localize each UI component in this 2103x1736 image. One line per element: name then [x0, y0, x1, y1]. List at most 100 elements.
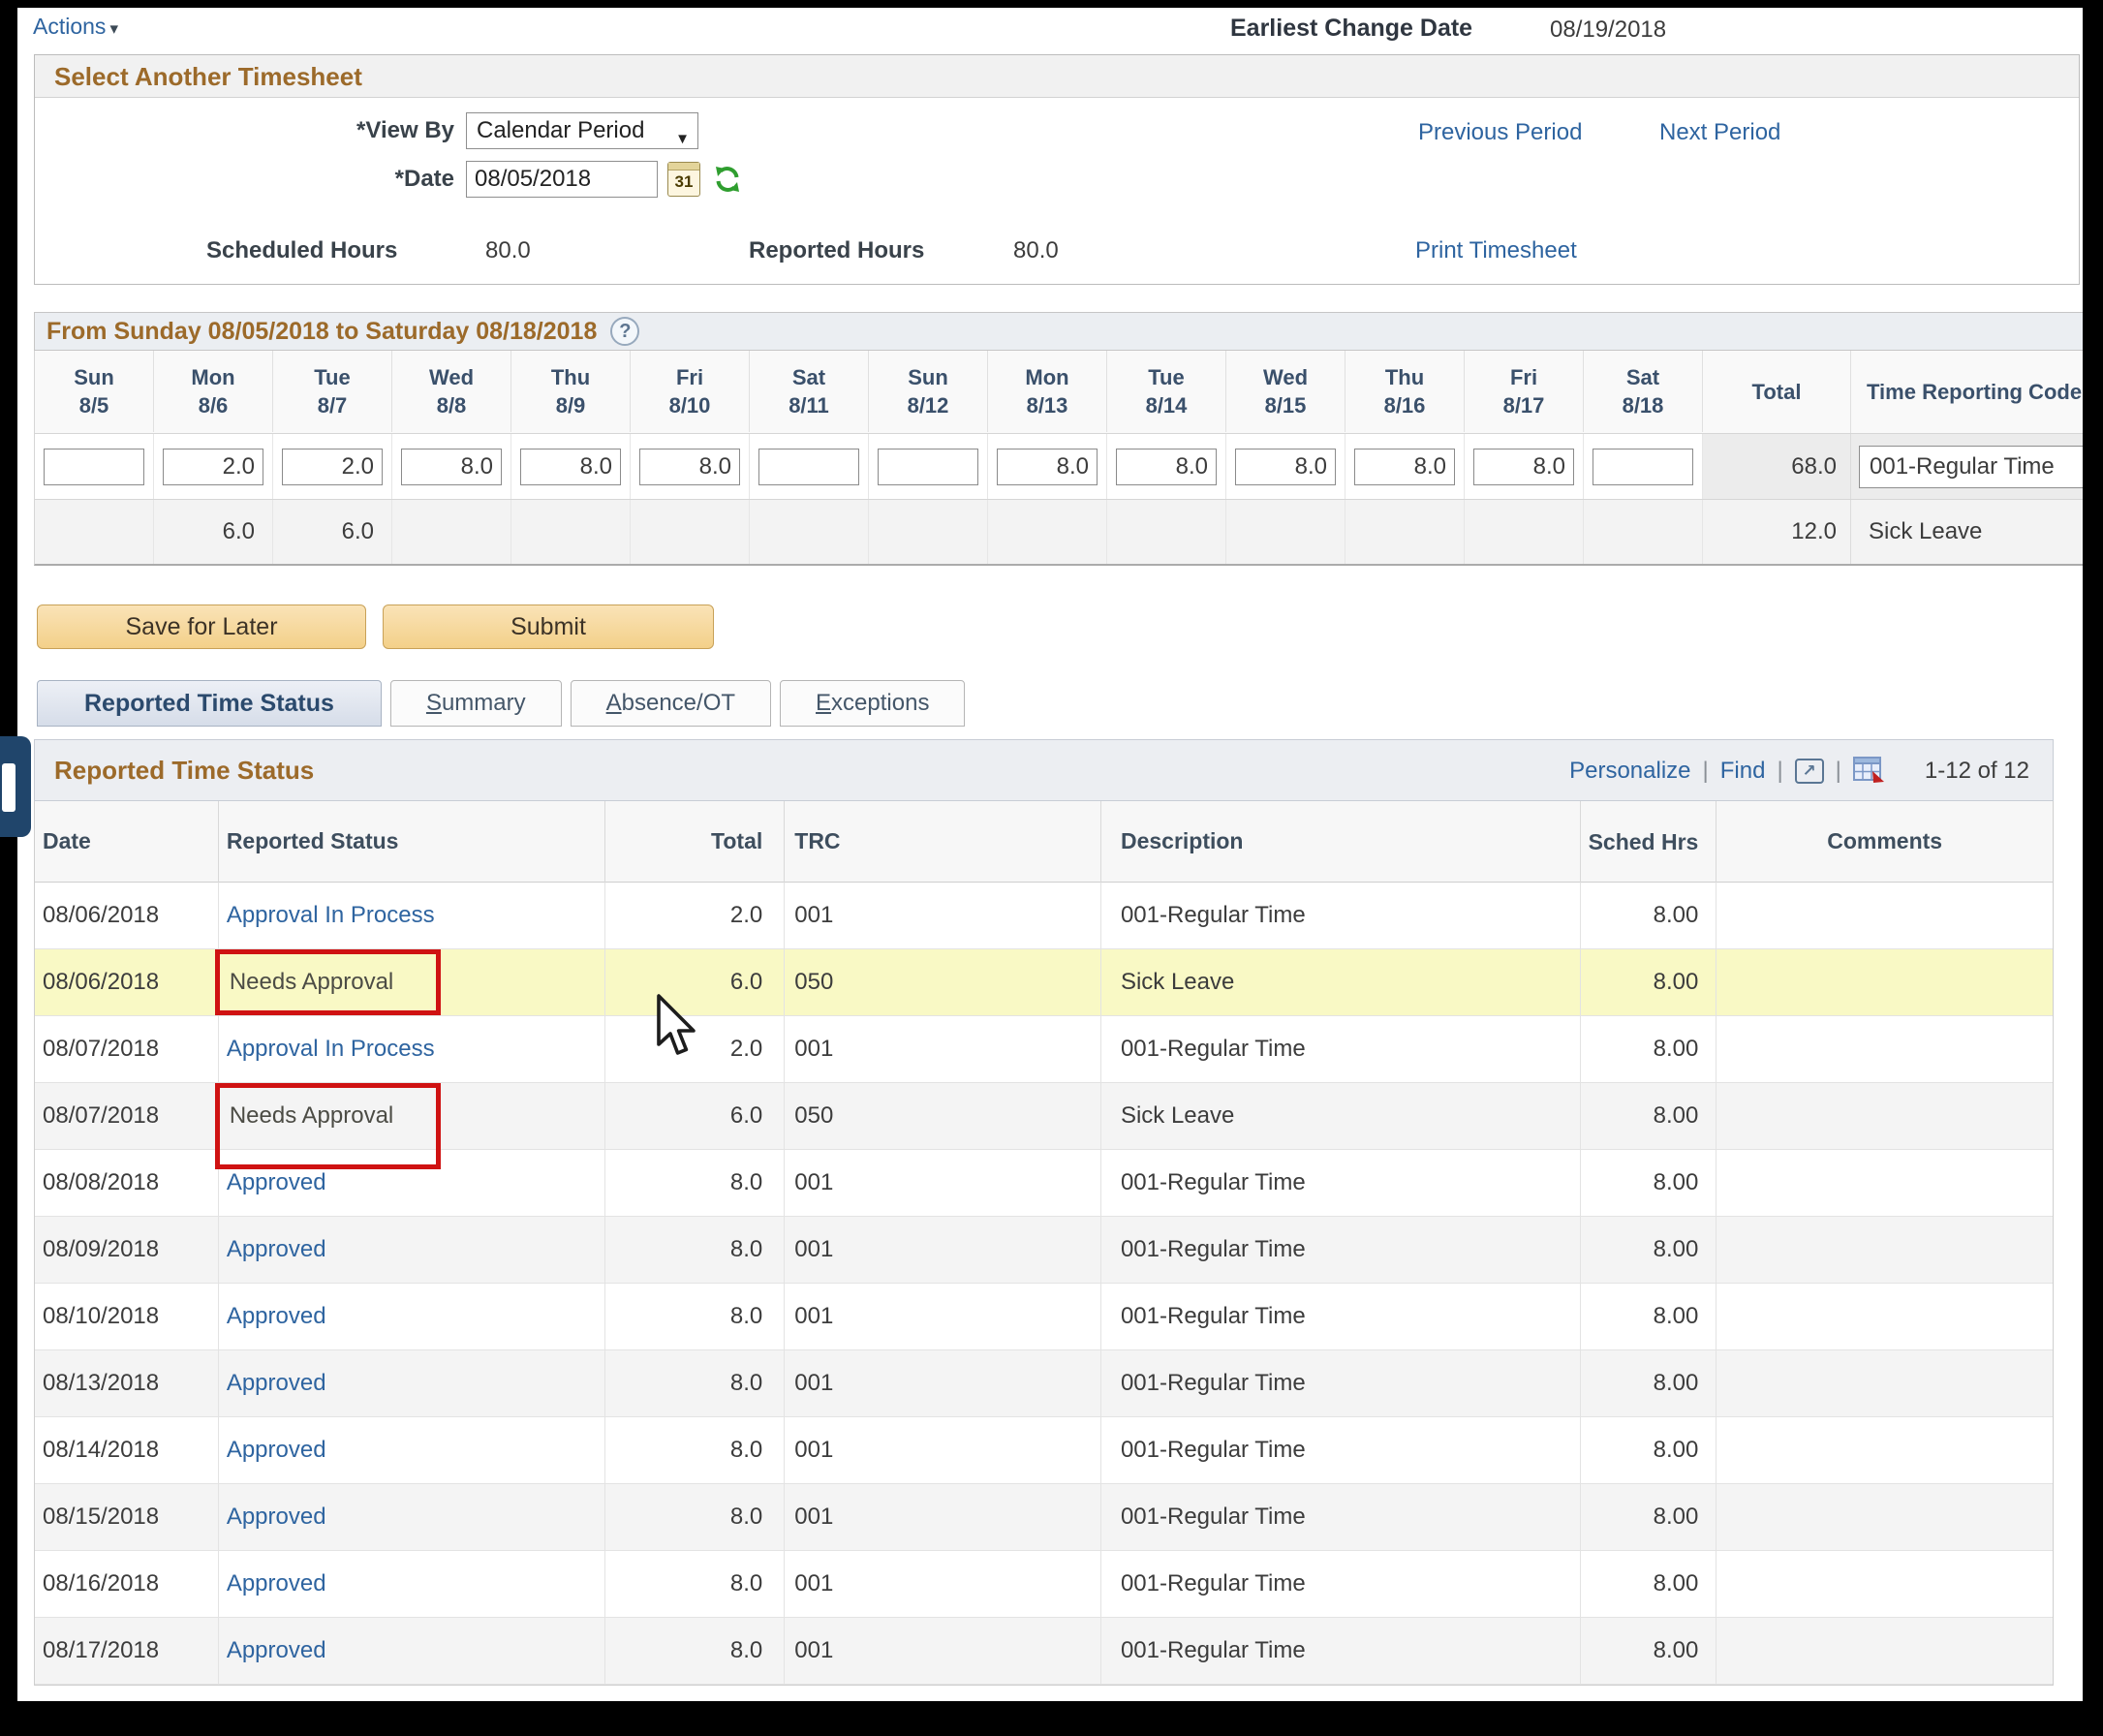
day-header: Tue 8/7 [273, 351, 392, 432]
reported-status-link[interactable]: Approval In Process [227, 902, 435, 929]
help-icon[interactable]: ? [610, 317, 639, 346]
grid-header-row: Sun 8/5 Mon 8/6 Tue 8/7 Wed [34, 351, 2083, 434]
save-for-later-button[interactable]: Save for Later [37, 604, 366, 649]
date-cell: 08/10/2018 [35, 1284, 219, 1350]
day-date: 8/16 [1384, 393, 1426, 418]
sched-hrs-cell: 8.00 [1581, 949, 1716, 1016]
trc-cell: 001 [785, 883, 1101, 949]
earliest-change-date-value: 08/19/2018 [1550, 16, 1666, 44]
reported-hours-label: Reported Hours [749, 237, 924, 264]
time-entry-input[interactable] [1473, 449, 1574, 485]
trc-select[interactable]: 001-Regular Time [1859, 446, 2083, 488]
description-cell: Sick Leave [1101, 1083, 1582, 1150]
time-entry-input[interactable] [639, 449, 740, 485]
status-cell: Needs Approval [219, 1083, 606, 1150]
table-row: 08/06/2018 Needs Approval 6.0 050 Sick L… [35, 949, 2053, 1016]
submit-button[interactable]: Submit [383, 604, 714, 649]
find-link[interactable]: Find [1720, 758, 1766, 785]
day-name: Fri [1510, 365, 1537, 390]
time-entry-input[interactable] [997, 449, 1098, 485]
side-panel-handle[interactable] [0, 736, 31, 837]
grid-title: From Sunday 08/05/2018 to Saturday 08/18… [35, 318, 597, 346]
comments-cell [1716, 1618, 2053, 1685]
total-cell: 8.0 [605, 1417, 785, 1484]
date-cell: 08/08/2018 [35, 1150, 219, 1217]
day-name: Wed [1263, 365, 1308, 390]
time-readonly-cell: 6.0 [154, 500, 273, 564]
table-row: 08/10/2018 Approved 8.0 001 001-Regular … [35, 1284, 2053, 1350]
next-period-link[interactable]: Next Period [1659, 119, 1780, 146]
comments-cell [1716, 949, 2053, 1016]
time-entry-input[interactable] [878, 449, 978, 485]
tab[interactable]: Exceptions [780, 680, 965, 727]
reported-status-link[interactable]: Approved [227, 1169, 326, 1196]
reported-status-link[interactable]: Approval In Process [227, 1036, 435, 1063]
time-entry-input[interactable] [1116, 449, 1217, 485]
print-timesheet-link[interactable]: Print Timesheet [1415, 237, 1577, 264]
personalize-link[interactable]: Personalize [1569, 758, 1690, 785]
reported-status-link[interactable]: Approved [227, 1504, 326, 1531]
time-entry-input[interactable] [1354, 449, 1455, 485]
day-date: 8/10 [669, 393, 711, 418]
day-date: 8/13 [1027, 393, 1068, 418]
date-cell: 08/06/2018 [35, 949, 219, 1016]
reported-status-link[interactable]: Approved [227, 1570, 326, 1597]
day-header: Thu 8/9 [511, 351, 631, 432]
date-input[interactable] [466, 161, 658, 198]
total-cell: 8.0 [605, 1150, 785, 1217]
view-all-popup-icon[interactable]: ↗ [1795, 759, 1824, 784]
comments-cell [1716, 1284, 2053, 1350]
total-cell: 8.0 [605, 1350, 785, 1417]
tab[interactable]: Reported Time Status [37, 680, 382, 727]
time-readonly-cell [1584, 500, 1703, 564]
tab[interactable]: Summary [390, 680, 562, 727]
time-entry-input[interactable] [1593, 449, 1693, 485]
day-name: Tue [314, 365, 350, 390]
view-by-label: *View By [35, 117, 458, 144]
reported-status-link[interactable]: Needs Approval [215, 1083, 441, 1169]
trc-cell: 001 [785, 1551, 1101, 1618]
chevron-down-icon: ▾ [109, 19, 118, 38]
time-entry-input[interactable] [520, 449, 621, 485]
time-entry-input[interactable] [1235, 449, 1336, 485]
day-name: Sat [1626, 365, 1659, 390]
reported-status-link[interactable]: Approved [227, 1303, 326, 1330]
time-entry-input[interactable] [758, 449, 859, 485]
day-name: Thu [1385, 365, 1424, 390]
calendar-icon[interactable]: 31 [667, 162, 700, 197]
column-header-date: Date [35, 801, 219, 883]
time-entry-input[interactable] [163, 449, 263, 485]
description-cell: Sick Leave [1101, 949, 1582, 1016]
status-cell: Approved [219, 1618, 606, 1685]
view-by-value: Calendar Period [477, 117, 644, 143]
time-readonly-cell [631, 500, 750, 564]
reported-status-link[interactable]: Approved [227, 1637, 326, 1664]
view-by-select[interactable]: Calendar Period ▼ [466, 112, 698, 149]
tab-label: Exceptions [816, 690, 929, 717]
day-date: 8/11 [789, 393, 829, 418]
time-entry-input[interactable] [282, 449, 383, 485]
previous-period-link[interactable]: Previous Period [1418, 119, 1582, 146]
day-date: 8/9 [556, 393, 586, 418]
comments-cell [1716, 883, 2053, 949]
time-entry-input[interactable] [401, 449, 502, 485]
comments-cell [1716, 1150, 2053, 1217]
trc-cell: 001 [785, 1217, 1101, 1284]
time-entry-input[interactable] [44, 449, 144, 485]
reported-status-link[interactable]: Approved [227, 1236, 326, 1263]
download-grid-icon[interactable] [1853, 757, 1886, 786]
side-panel-grip [2, 763, 15, 812]
table-row: 08/14/2018 Approved 8.0 001 001-Regular … [35, 1417, 2053, 1484]
reported-status-link[interactable]: Approved [227, 1437, 326, 1464]
sched-hrs-cell: 8.00 [1581, 1016, 1716, 1083]
tab[interactable]: Absence/OT [571, 680, 771, 727]
description-cell: 001-Regular Time [1101, 1618, 1582, 1685]
description-cell: 001-Regular Time [1101, 1016, 1582, 1083]
sched-hrs-cell: 8.00 [1581, 883, 1716, 949]
reported-hours-value: 80.0 [1013, 237, 1059, 264]
reported-status-link[interactable]: Needs Approval [215, 949, 441, 1015]
refresh-icon[interactable] [712, 164, 743, 195]
sched-hrs-cell: 8.00 [1581, 1284, 1716, 1350]
reported-status-link[interactable]: Approved [227, 1370, 326, 1397]
actions-menu[interactable]: Actions▾ [33, 14, 118, 40]
